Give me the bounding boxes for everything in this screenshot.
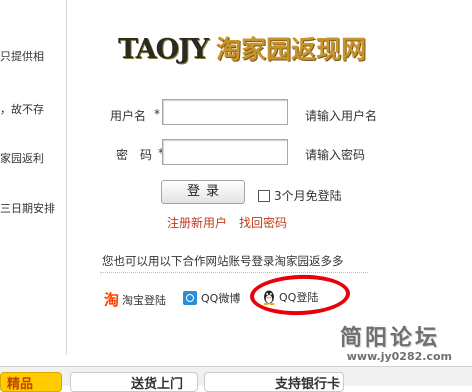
login-button[interactable]: 登录 [161, 180, 245, 204]
forgot-password-link[interactable]: 找回密码 [239, 214, 287, 231]
password-hint: 请输入密码 [305, 148, 366, 162]
promo-card[interactable]: 送货上门 [70, 372, 198, 392]
site-logo: TAOJY 淘家园返现网 [118, 30, 366, 70]
username-required-mark: * [154, 107, 160, 121]
username-input[interactable] [162, 99, 288, 125]
promo-card[interactable]: 精品 [0, 372, 62, 392]
username-label: 用户名 [110, 109, 147, 123]
taobao-login-label: 淘宝登陆 [122, 293, 167, 307]
forum-watermark: 简阳论坛 [339, 326, 440, 351]
qq-weibo-icon [183, 291, 197, 305]
password-label: 密 码 [116, 148, 153, 162]
register-link[interactable]: 注册新用户 [167, 214, 227, 231]
red-highlight-ellipse [249, 273, 351, 317]
password-input[interactable] [162, 139, 288, 165]
left-sidebar: 只提供相 ，故不存 家园返利 三日期安排 [0, 0, 67, 355]
username-hint: 请输入用户名 [305, 109, 378, 123]
partner-divider [100, 272, 368, 273]
taobao-icon: 淘 [104, 291, 120, 309]
qq-weibo-login-label: QQ微博 [201, 292, 241, 305]
qq-weibo-login-link[interactable]: QQ微博 [183, 290, 240, 306]
promo-card[interactable]: 支持银行卡 [204, 372, 344, 392]
bottom-promo-strip: 精品 送货上门 支持银行卡 [0, 366, 472, 392]
remember-checkbox[interactable] [258, 189, 270, 202]
sidebar-text-line: 只提供相 [0, 50, 44, 63]
logo-latin-text: TAOJY [118, 34, 209, 65]
sidebar-text-line: 三日期安排 [0, 202, 55, 215]
sidebar-text-line: 家园返利 [0, 152, 44, 165]
logo-chinese-text: 淘家园返现网 [216, 35, 367, 64]
taobao-login-link[interactable]: 淘 淘宝登陆 [104, 289, 166, 310]
forum-watermark-url: www.jy0282.com [346, 350, 452, 363]
sidebar-text-line: ，故不存 [0, 103, 44, 116]
partner-login-text: 您也可以用以下合作网站账号登录淘家园返多多 [102, 254, 344, 268]
remember-login-option[interactable]: 3个月免登陆 [258, 187, 342, 204]
remember-label: 3个月免登陆 [274, 189, 342, 203]
